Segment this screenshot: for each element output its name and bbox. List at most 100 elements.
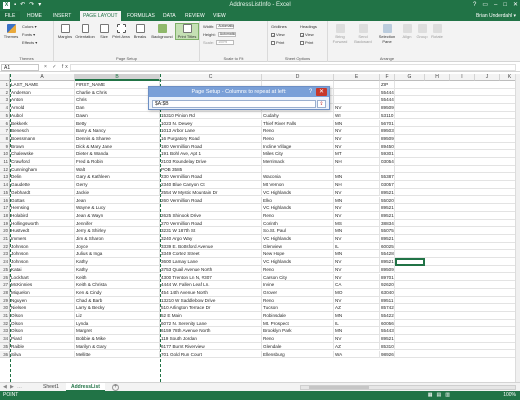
columns-to-repeat-input[interactable]: $A:$B (152, 100, 316, 108)
cell-d[interactable]: Incline Village (262, 142, 334, 151)
cell-d[interactable]: Merrimack (262, 158, 334, 166)
cell-d[interactable]: VC Highlands (262, 204, 334, 212)
cell-f[interactable]: 55443 (380, 327, 395, 336)
cell-c[interactable]: 3231 W 187th St (160, 227, 262, 235)
cell-c[interactable]: 701 Gold Run Court (160, 350, 262, 359)
cell-b[interactable]: Larry & Becky (75, 304, 160, 312)
cell-d[interactable]: Thief River Falls (262, 119, 334, 128)
cell-c[interactable]: 4300 Trenton Ln N, #307 (160, 273, 262, 282)
cell-e[interactable]: AZ (334, 304, 380, 312)
cell-e[interactable]: NV (334, 258, 380, 266)
spreadsheet-grid[interactable]: A B C D E F G H I J K 1 LAST_NAME FIRST_NAME ZIP 2 Ander… (0, 74, 520, 382)
scale-spinner[interactable]: 100% (216, 40, 235, 46)
row-header[interactable]: 29 (0, 296, 10, 305)
tab-home[interactable]: HOME (24, 11, 45, 21)
active-cell[interactable] (395, 258, 425, 266)
cell-e[interactable]: NV (334, 142, 380, 151)
cell-e[interactable] (334, 81, 380, 89)
cell-b[interactable]: Walt (75, 165, 160, 174)
cell-a[interactable]: Gaudette (10, 181, 75, 189)
group-button[interactable]: Group (415, 24, 429, 39)
cell-e[interactable]: WI (334, 111, 380, 120)
cell-d[interactable]: Tucson (262, 304, 334, 312)
more-sheets-icon[interactable]: … (17, 384, 22, 391)
row-header[interactable]: 8 (0, 134, 10, 143)
cell-d[interactable] (262, 165, 334, 174)
normal-view-icon[interactable]: ▦ (428, 391, 433, 400)
maximize-icon[interactable]: □ (503, 0, 507, 11)
cell-b[interactable]: Marilyn & Gary (75, 342, 160, 351)
row-header[interactable]: 34 (0, 335, 10, 343)
cell-b[interactable]: Chad & Barb (75, 296, 160, 305)
row-header[interactable]: 14 (0, 181, 10, 189)
row-header[interactable]: 13 (0, 173, 10, 182)
cell-e[interactable]: MN (334, 196, 380, 205)
cell-f[interactable]: 89450-5985 (380, 142, 395, 151)
row-header[interactable]: 9 (0, 142, 10, 151)
minimize-icon[interactable]: – (494, 0, 497, 11)
cell-c[interactable]: 270 Vermillion Road (160, 219, 262, 228)
cell-a[interactable]: Hustvedt (10, 227, 75, 235)
vertical-scrollbar[interactable] (515, 74, 520, 382)
cell-f[interactable]: 89521 (380, 211, 395, 220)
cell-f[interactable]: 89521 (380, 258, 395, 266)
tab-view[interactable]: VIEW (210, 11, 229, 21)
cell-b[interactable]: Margret (75, 327, 160, 336)
cell-f[interactable]: 89701 (380, 273, 395, 282)
cell-c[interactable]: 191 Bohl Ave, Apt 1 (160, 150, 262, 158)
cell-c[interactable]: 230 Vermillion Road (160, 173, 262, 182)
row-header[interactable]: 32 (0, 319, 10, 328)
row-header[interactable]: 23 (0, 250, 10, 259)
cell-e[interactable]: MN (334, 327, 380, 336)
row-header[interactable]: 4 (0, 104, 10, 112)
gridlines-view-checkbox[interactable]: ✓View (271, 32, 285, 37)
cell-e[interactable]: NV (334, 265, 380, 274)
cell-e[interactable]: NV (334, 127, 380, 135)
breaks-button[interactable]: Breaks (132, 24, 148, 39)
cell-c[interactable]: 2554 W Mystic Mountain Dr (160, 188, 262, 197)
cell-b[interactable]: Kathy (75, 265, 160, 274)
cell-e[interactable]: AZ (334, 342, 380, 351)
cell-e[interactable]: NV (334, 188, 380, 197)
gridlines-print-checkbox[interactable]: Print (271, 40, 284, 45)
selection-pane-button[interactable]: Selection Pane (376, 24, 398, 44)
cell-b[interactable]: Jim & Sharon (75, 235, 160, 243)
row-header[interactable]: 18 (0, 211, 10, 220)
cell-d[interactable]: Robinsdale (262, 312, 334, 320)
cell-e[interactable]: MT (334, 150, 380, 158)
cell-e[interactable]: MN (334, 250, 380, 259)
cell-c[interactable]: 3349 Cortez Street (160, 250, 262, 259)
cell-f[interactable]: 55075 (380, 227, 395, 235)
cell-c[interactable]: 2340 Blue Canyon Ct (160, 181, 262, 189)
cell-c[interactable]: 1013 Arbor Lane (160, 127, 262, 135)
cell-a[interactable]: Olson (10, 327, 75, 336)
cell-c[interactable]: 6159 78th Avenue North (160, 327, 262, 336)
cell-b[interactable]: Barry & Nancy (75, 127, 160, 135)
cell-d[interactable]: VC Highlands (262, 235, 334, 243)
tab-file[interactable]: FILE (0, 11, 20, 21)
cell-a[interactable]: Gottas (10, 196, 75, 205)
background-button[interactable]: Background (149, 24, 175, 39)
cell-e[interactable]: IL (334, 242, 380, 251)
user-account[interactable]: Brian Underdahl ▾ (476, 11, 516, 21)
cell-c[interactable] (160, 204, 262, 212)
cell-e[interactable]: MS (334, 219, 380, 228)
zoom-level[interactable]: 100% (503, 391, 516, 400)
cell-c[interactable]: 6177 Burnt Riverview (160, 342, 262, 351)
ribbon-display-icon[interactable]: ▭ (482, 0, 488, 11)
cell-e[interactable]: NV (334, 104, 380, 112)
cell-c[interactable]: 52 E Main (160, 312, 262, 320)
row-header[interactable]: 5 (0, 111, 10, 120)
cell-a[interactable]: Holabird (10, 211, 75, 220)
cell-c[interactable]: 13210 W Saddlebow Drive (160, 296, 262, 305)
cell-b[interactable]: Kathy (75, 258, 160, 266)
cell-c[interactable]: 3753 Quail Avenue North (160, 265, 262, 274)
cell-b[interactable]: Bobbie & Mike (75, 335, 160, 343)
select-all-corner[interactable] (0, 74, 10, 81)
cell-b[interactable]: Ken & Cindy (75, 288, 160, 297)
cell-d[interactable]: Reno (262, 211, 334, 220)
cell-f[interactable]: 56701 (380, 119, 395, 128)
row-header[interactable]: 2 (0, 88, 10, 97)
formula-buttons[interactable]: × ✓ fx (44, 64, 70, 71)
cell-f[interactable]: 85742-4455 (380, 304, 395, 312)
